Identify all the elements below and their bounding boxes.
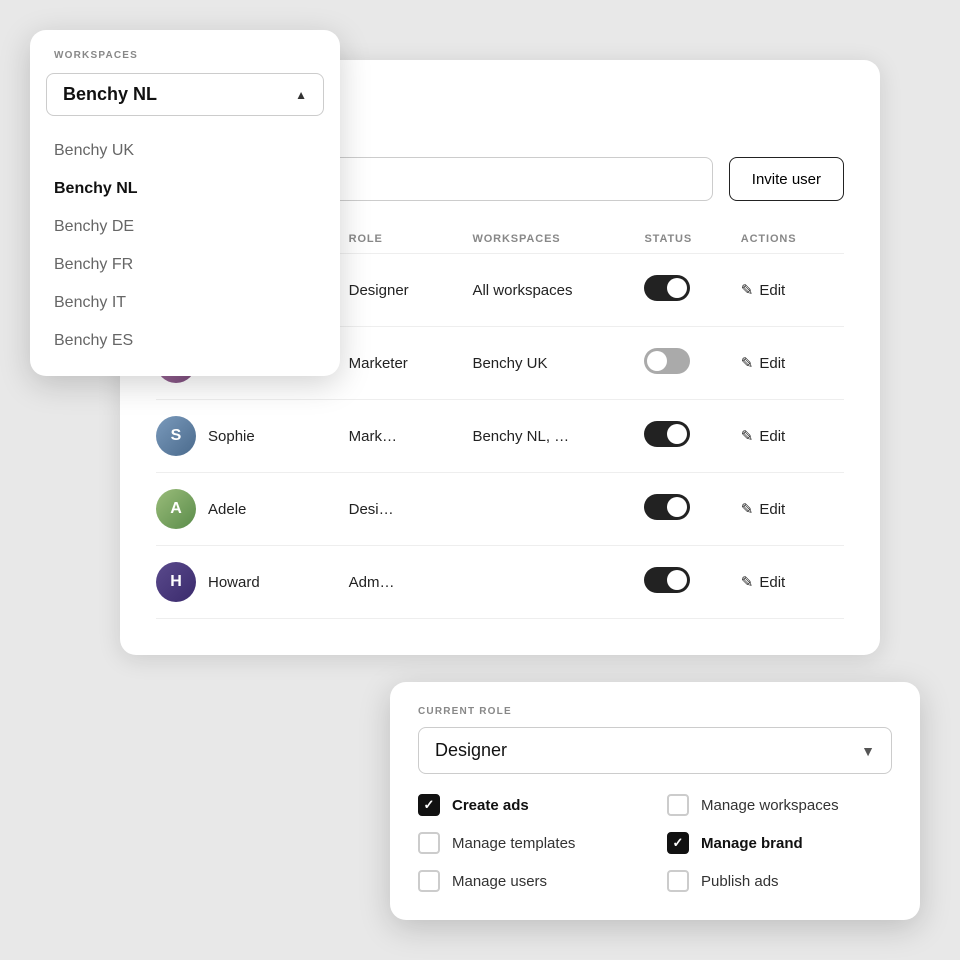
col-header-actions: ACTIONS (741, 225, 844, 254)
status-toggle-abbie[interactable] (644, 348, 690, 374)
workspaces-abbie: Benchy UK (472, 327, 644, 400)
status-toggle-sophie[interactable] (644, 421, 690, 447)
role-chevron-icon: ▼ (861, 743, 875, 759)
role-howard: Adm… (349, 546, 473, 619)
edit-button-adele[interactable]: Edit (759, 501, 785, 518)
edit-cell-elijah: ✎ Edit (741, 281, 844, 299)
user-cell-howard: H Howard (156, 562, 349, 602)
checkbox-manage-templates[interactable] (418, 832, 440, 854)
perm-item-manage-templates: Manage templates (418, 832, 643, 854)
role-adele: Desi… (349, 473, 473, 546)
workspace-selected-value: Benchy NL (63, 84, 157, 105)
edit-button-elijah[interactable]: Edit (759, 282, 785, 299)
workspace-item-uk[interactable]: Benchy UK (30, 132, 340, 170)
edit-cell-howard: ✎ Edit (741, 573, 844, 591)
checkbox-manage-brand[interactable] (667, 832, 689, 854)
user-name-sophie: Sophie (208, 428, 255, 445)
edit-cell-sophie: ✎ Edit (741, 427, 844, 445)
edit-pencil-icon-howard: ✎ (741, 573, 754, 591)
perm-label-manage-brand: Manage brand (701, 835, 803, 852)
workspaces-adele (472, 473, 644, 546)
workspace-arrow-icon: ▲ (295, 88, 307, 102)
role-select[interactable]: Designer ▼ (418, 727, 892, 774)
role-elijah: Designer (349, 254, 473, 327)
user-name-adele: Adele (208, 501, 246, 518)
user-cell-sophie: S Sophie (156, 416, 349, 456)
col-header-role: ROLE (349, 225, 473, 254)
perm-label-manage-templates: Manage templates (452, 835, 575, 852)
checkbox-publish-ads[interactable] (667, 870, 689, 892)
edit-pencil-icon-adele: ✎ (741, 500, 754, 518)
workspace-item-fr[interactable]: Benchy FR (30, 246, 340, 284)
avatar-sophie: S (156, 416, 196, 456)
table-row: S Sophie Mark… Benchy NL, … ✎ Edit (156, 400, 844, 473)
workspace-item-nl[interactable]: Benchy NL (30, 170, 340, 208)
workspace-item-de[interactable]: Benchy DE (30, 208, 340, 246)
perm-item-manage-workspaces: Manage workspaces (667, 794, 892, 816)
table-row: A Adele Desi… ✎ Edit (156, 473, 844, 546)
permissions-grid: Create ads Manage workspaces Manage temp… (418, 794, 892, 892)
edit-button-abbie[interactable]: Edit (759, 355, 785, 372)
perm-item-publish-ads: Publish ads (667, 870, 892, 892)
avatar-adele: A (156, 489, 196, 529)
perm-item-create-ads: Create ads (418, 794, 643, 816)
workspace-list: Benchy UK Benchy NL Benchy DE Benchy FR … (30, 124, 340, 368)
col-header-workspaces: WORKSPACES (472, 225, 644, 254)
user-name-howard: Howard (208, 574, 260, 591)
workspaces-howard (472, 546, 644, 619)
workspace-dropdown: WORKSPACES Benchy NL ▲ Benchy UK Benchy … (30, 30, 340, 376)
role-panel: CURRENT ROLE Designer ▼ Create ads Manag… (390, 682, 920, 920)
edit-cell-abbie: ✎ Edit (741, 354, 844, 372)
role-sophie: Mark… (349, 400, 473, 473)
workspaces-sophie: Benchy NL, … (472, 400, 644, 473)
edit-pencil-icon-sophie: ✎ (741, 427, 754, 445)
status-toggle-elijah[interactable] (644, 275, 690, 301)
col-header-status: STATUS (644, 225, 740, 254)
perm-item-manage-brand: Manage brand (667, 832, 892, 854)
checkbox-manage-users[interactable] (418, 870, 440, 892)
edit-cell-adele: ✎ Edit (741, 500, 844, 518)
perm-label-publish-ads: Publish ads (701, 873, 779, 890)
workspace-item-es[interactable]: Benchy ES (30, 322, 340, 360)
role-section-label: CURRENT ROLE (418, 706, 892, 717)
avatar-howard: H (156, 562, 196, 602)
edit-button-howard[interactable]: Edit (759, 574, 785, 591)
status-toggle-howard[interactable] (644, 567, 690, 593)
perm-item-manage-users: Manage users (418, 870, 643, 892)
role-abbie: Marketer (349, 327, 473, 400)
workspaces-section-label: WORKSPACES (30, 50, 340, 73)
edit-button-sophie[interactable]: Edit (759, 428, 785, 445)
invite-user-button[interactable]: Invite user (729, 157, 844, 201)
workspace-selected[interactable]: Benchy NL ▲ (46, 73, 324, 116)
checkbox-manage-workspaces[interactable] (667, 794, 689, 816)
status-toggle-adele[interactable] (644, 494, 690, 520)
user-cell-adele: A Adele (156, 489, 349, 529)
perm-label-create-ads: Create ads (452, 797, 529, 814)
perm-label-manage-users: Manage users (452, 873, 547, 890)
table-row: H Howard Adm… ✎ Edit (156, 546, 844, 619)
edit-pencil-icon-abbie: ✎ (741, 354, 754, 372)
edit-pencil-icon-elijah: ✎ (741, 281, 754, 299)
workspace-item-it[interactable]: Benchy IT (30, 284, 340, 322)
checkbox-create-ads[interactable] (418, 794, 440, 816)
perm-label-manage-workspaces: Manage workspaces (701, 797, 839, 814)
role-select-value: Designer (435, 740, 861, 761)
workspaces-elijah: All workspaces (472, 254, 644, 327)
